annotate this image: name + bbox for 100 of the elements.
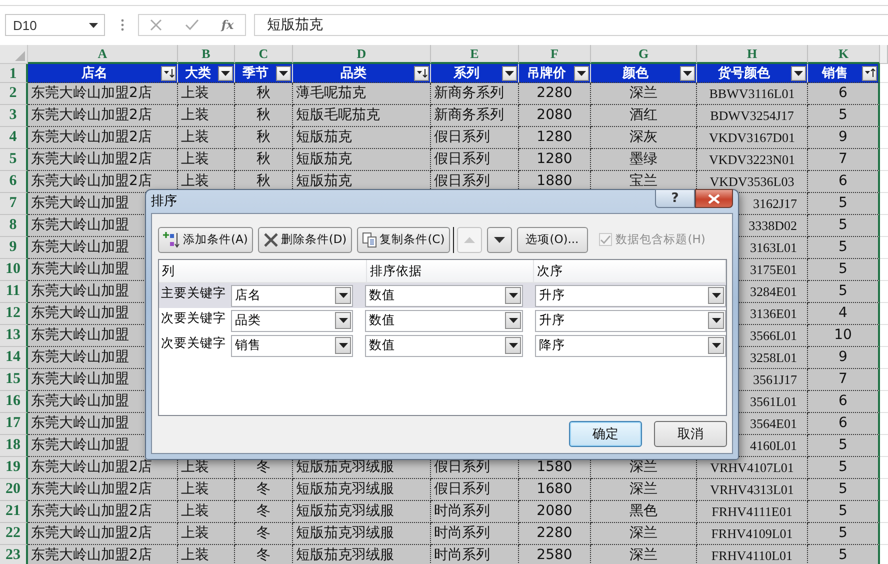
column-header[interactable]: C bbox=[235, 45, 293, 64]
column-header[interactable]: E bbox=[431, 45, 519, 64]
row-header[interactable]: 14 bbox=[0, 347, 28, 369]
row-header[interactable]: 21 bbox=[0, 501, 28, 523]
table-cell: 冬 bbox=[235, 523, 293, 545]
table-cell: 深兰 bbox=[591, 545, 697, 564]
row-header[interactable]: 22 bbox=[0, 523, 28, 545]
toolbar-button[interactable]: 删除条件(D) bbox=[258, 226, 352, 252]
row-header[interactable]: 18 bbox=[0, 435, 28, 457]
caret-icon bbox=[338, 293, 348, 298]
caret-icon bbox=[505, 70, 514, 76]
insert-function-button[interactable]: fx bbox=[221, 18, 234, 32]
column-header[interactable]: H bbox=[697, 45, 808, 64]
column-header[interactable]: B bbox=[178, 45, 235, 64]
name-box[interactable]: D10 bbox=[5, 14, 105, 36]
table-cell: 深兰 bbox=[591, 83, 697, 105]
table-cell: 6 bbox=[808, 391, 880, 413]
table-cell: 2080 bbox=[519, 105, 591, 127]
column-header[interactable]: F bbox=[519, 45, 591, 64]
column-header[interactable]: D bbox=[293, 45, 431, 64]
toolbar-button[interactable]: 复制条件(C) bbox=[356, 226, 450, 252]
caret-icon bbox=[508, 293, 518, 298]
table-cell: BBWV3116L01 bbox=[697, 83, 808, 105]
table-cell: 新商务系列 bbox=[431, 83, 519, 105]
row-header[interactable]: 15 bbox=[0, 369, 28, 391]
column-header[interactable]: A bbox=[28, 45, 178, 64]
toolbar-button[interactable]: 添加条件(A) bbox=[158, 226, 253, 252]
table-cell: 7 bbox=[808, 369, 880, 391]
filter-button[interactable] bbox=[218, 66, 233, 80]
row-header[interactable]: 8 bbox=[0, 215, 28, 237]
table-cell: 6 bbox=[808, 171, 880, 193]
filter-button[interactable] bbox=[574, 66, 589, 80]
table-cell: 东莞大岭山加盟2店 bbox=[28, 171, 178, 193]
table-cell: 秋 bbox=[235, 127, 293, 149]
row-header[interactable]: 13 bbox=[0, 325, 28, 347]
row-header[interactable]: 16 bbox=[0, 391, 28, 413]
column-header[interactable]: G bbox=[591, 45, 697, 64]
row-header[interactable]: 20 bbox=[0, 479, 28, 501]
filter-button[interactable] bbox=[161, 66, 176, 80]
row-header[interactable]: 1 bbox=[0, 64, 28, 83]
check-icon[interactable] bbox=[184, 19, 199, 31]
close-icon bbox=[708, 194, 720, 204]
column-title: 品类 bbox=[340, 65, 368, 82]
table-cell: VKDV3536L03 bbox=[697, 171, 808, 193]
table-cell: VKDV3167D01 bbox=[697, 127, 808, 149]
table-cell: 1280 bbox=[519, 127, 591, 149]
table-cell: 新商务系列 bbox=[431, 105, 519, 127]
row-header[interactable]: 10 bbox=[0, 259, 28, 281]
filter-button[interactable] bbox=[680, 66, 695, 80]
table-cell: 短版毛呢茄克 bbox=[293, 105, 431, 127]
sort-filter-icon bbox=[162, 68, 174, 78]
dropdown-field[interactable]: 数值 bbox=[365, 334, 523, 356]
column-title: 颜色 bbox=[621, 64, 650, 82]
row-header[interactable]: 11 bbox=[0, 281, 28, 303]
table-cell: 5 bbox=[808, 545, 880, 564]
table-cell: 东莞大岭山加盟2店 bbox=[28, 149, 178, 171]
table-cell: 东莞大岭山加盟2店 bbox=[28, 523, 178, 545]
options-button[interactable]: 选项(O)... bbox=[516, 226, 588, 252]
dropdown-field[interactable]: 升序 bbox=[535, 284, 726, 306]
row-header[interactable]: 17 bbox=[0, 413, 28, 435]
row-header[interactable]: 2 bbox=[0, 83, 28, 105]
row-header[interactable]: 19 bbox=[0, 457, 28, 479]
row-header[interactable]: 23 bbox=[0, 545, 28, 564]
dialog-button[interactable]: 取消 bbox=[654, 421, 727, 447]
table-cell: VRHV4313L01 bbox=[697, 479, 808, 501]
filter-button[interactable] bbox=[862, 66, 877, 80]
dropdown-field[interactable]: 品类 bbox=[231, 310, 353, 332]
dropdown-field[interactable]: 数值 bbox=[365, 310, 523, 332]
row-header[interactable]: 3 bbox=[0, 105, 28, 127]
dropdown-field[interactable]: 数值 bbox=[365, 284, 523, 306]
dropdown-field[interactable]: 销售 bbox=[231, 334, 353, 356]
table-cell: FRHV4109L01 bbox=[697, 523, 808, 545]
move-down-button[interactable] bbox=[486, 226, 512, 252]
row-header[interactable]: 6 bbox=[0, 171, 28, 193]
help-button[interactable]: ? bbox=[655, 189, 695, 208]
row-header[interactable]: 5 bbox=[0, 149, 28, 171]
table-cell: 6 bbox=[808, 413, 880, 435]
column-header[interactable]: K bbox=[808, 45, 880, 64]
row-header[interactable]: 12 bbox=[0, 303, 28, 325]
filter-button[interactable] bbox=[791, 66, 806, 80]
table-cell: 秋 bbox=[235, 149, 293, 171]
table-cell: 黑色 bbox=[591, 501, 697, 523]
table-cell: 东莞大岭山加盟2店 bbox=[28, 105, 178, 127]
dropdown-field[interactable]: 降序 bbox=[535, 334, 726, 356]
dropdown-field[interactable]: 升序 bbox=[535, 310, 726, 332]
row-header[interactable]: 9 bbox=[0, 237, 28, 259]
filter-button[interactable] bbox=[276, 66, 291, 80]
sort-level-row[interactable]: 主要关键字 店名 数值 升序 bbox=[159, 283, 726, 308]
close-button[interactable] bbox=[695, 189, 733, 208]
filter-button[interactable] bbox=[502, 66, 517, 80]
table-cell: VRHV4107L01 bbox=[697, 457, 808, 479]
filter-button[interactable] bbox=[414, 66, 429, 80]
row-header[interactable]: 4 bbox=[0, 127, 28, 149]
dropdown-field[interactable]: 店名 bbox=[231, 284, 353, 306]
formula-field[interactable]: 短版茄克 bbox=[254, 14, 888, 36]
dialog-button[interactable]: 确定 bbox=[569, 421, 642, 447]
more-icon[interactable] bbox=[121, 19, 124, 31]
row-header[interactable]: 7 bbox=[0, 193, 28, 215]
table-cell: 5 bbox=[808, 479, 880, 501]
caret-icon bbox=[279, 70, 288, 76]
